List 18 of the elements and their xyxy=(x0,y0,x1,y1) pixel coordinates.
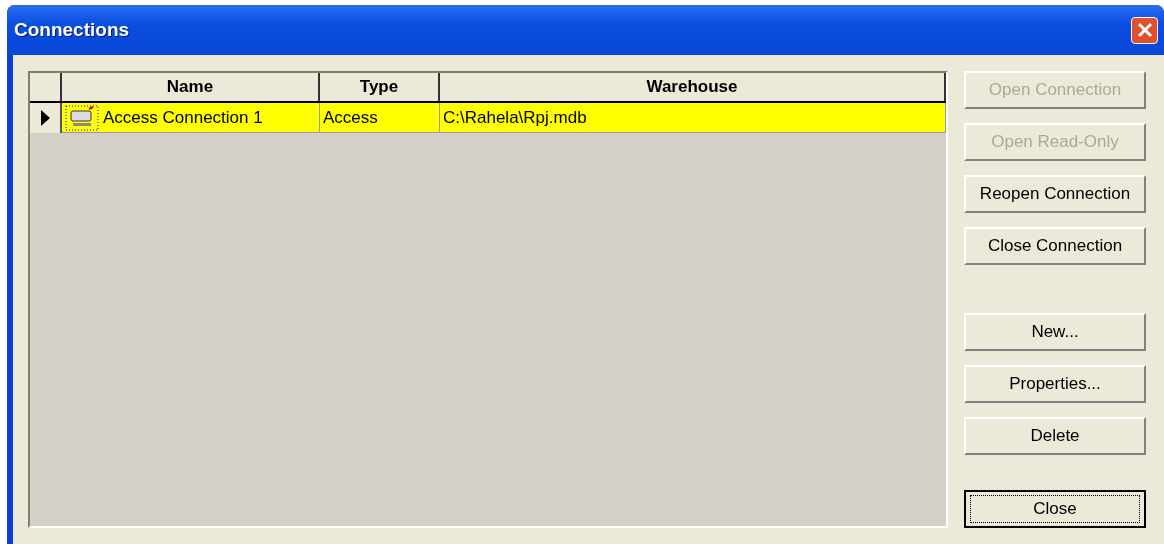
dialog-button[interactable]: Close Connection xyxy=(964,227,1146,265)
window-title: Connections xyxy=(14,19,130,41)
column-header[interactable]: Name xyxy=(62,73,320,101)
table-cell: C:\Rahela\Rpj.mdb xyxy=(440,103,946,133)
table-cell: Access xyxy=(320,103,440,133)
dialog-button[interactable]: Close xyxy=(964,490,1146,528)
dialog-button[interactable]: Delete xyxy=(964,417,1146,455)
header-corner xyxy=(30,73,62,101)
column-header[interactable]: Warehouse xyxy=(440,73,946,101)
computer-icon xyxy=(65,104,99,131)
close-icon xyxy=(1135,21,1154,39)
column-header[interactable]: Type xyxy=(320,73,440,101)
dialog-button[interactable]: New... xyxy=(964,313,1146,351)
dialog-button[interactable]: Properties... xyxy=(964,365,1146,403)
table-cell: Access Connection 1 xyxy=(62,103,320,133)
dialog-button[interactable]: Reopen Connection xyxy=(964,175,1146,213)
row-indicator[interactable] xyxy=(30,103,62,133)
close-button[interactable] xyxy=(1131,16,1158,44)
